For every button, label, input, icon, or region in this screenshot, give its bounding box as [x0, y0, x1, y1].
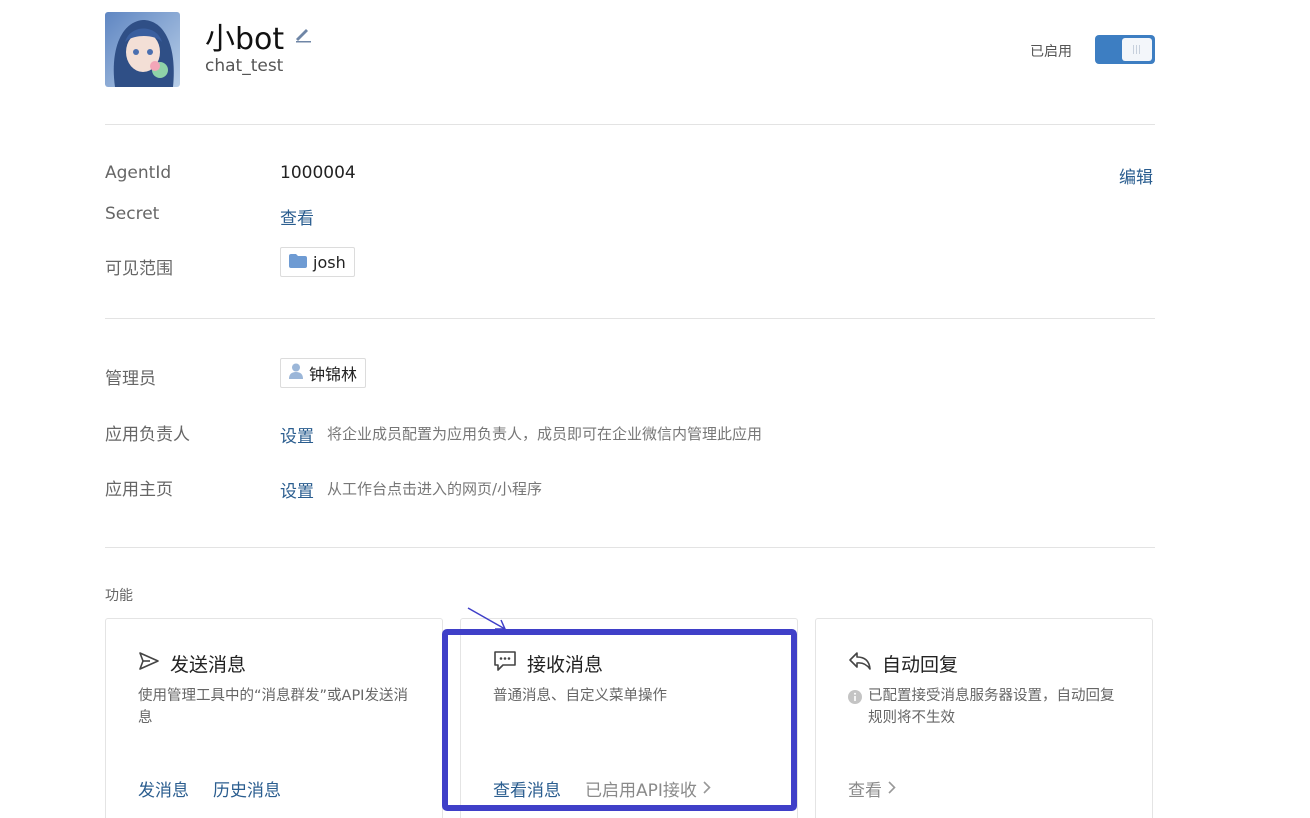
secret-label: Secret	[105, 204, 160, 224]
app-avatar[interactable]	[105, 12, 180, 87]
agentid-value: 1000004	[280, 163, 356, 183]
homepage-set-link[interactable]: 设置	[280, 477, 314, 502]
app-subtitle: chat_test	[205, 56, 284, 76]
owner-desc: 将企业成员配置为应用负责人，成员即可在企业微信内管理此应用	[327, 425, 763, 443]
toggle-knob	[1122, 38, 1152, 61]
annotation-highlight-box	[442, 629, 797, 811]
enable-toggle[interactable]	[1095, 35, 1155, 64]
autoreply-view-text: 查看	[848, 781, 882, 801]
autoreply-view-link[interactable]: 查看	[848, 776, 896, 801]
card-title: 自动回复	[848, 650, 958, 677]
card-title-text: 发送消息	[170, 654, 247, 676]
admin-label: 管理员	[105, 369, 156, 389]
info-icon	[848, 689, 862, 711]
owner-set-link[interactable]: 设置	[280, 422, 314, 447]
feature-card-send[interactable]: 发送消息 使用管理工具中的“消息群发”或API发送消息 发消息 历史消息	[105, 618, 443, 818]
card-title-text: 自动回复	[882, 654, 959, 676]
card-actions: 查看	[848, 776, 896, 801]
card-desc: 已配置接受消息服务器设置，自动回复规则将不生效	[848, 685, 1128, 729]
pencil-icon[interactable]	[293, 24, 313, 44]
chevron-right-icon	[888, 779, 896, 799]
send-icon	[138, 651, 160, 676]
owner-label: 应用负责人	[105, 425, 190, 445]
visible-scope-name: josh	[313, 252, 346, 272]
features-title: 功能	[105, 588, 133, 604]
feature-card-autoreply[interactable]: 自动回复 已配置接受消息服务器设置，自动回复规则将不生效 查看	[815, 618, 1153, 818]
edit-link[interactable]: 编辑	[1119, 163, 1153, 188]
card-title: 发送消息	[138, 650, 246, 677]
folder-icon	[289, 253, 307, 272]
status-label: 已启用	[1030, 44, 1072, 60]
homepage-desc: 从工作台点击进入的网页/小程序	[327, 480, 543, 498]
divider	[105, 124, 1155, 125]
divider	[105, 318, 1155, 319]
divider	[105, 547, 1155, 548]
visible-scope-tag[interactable]: josh	[280, 247, 355, 277]
reply-icon	[848, 651, 872, 676]
history-message-link[interactable]: 历史消息	[213, 776, 281, 801]
card-desc-text: 已配置接受消息服务器设置，自动回复规则将不生效	[868, 688, 1115, 726]
card-desc: 使用管理工具中的“消息群发”或API发送消息	[138, 688, 408, 726]
admin-name: 钟锦林	[309, 365, 358, 384]
homepage-label: 应用主页	[105, 480, 173, 500]
visible-scope-label: 可见范围	[105, 259, 173, 279]
user-icon	[289, 363, 303, 383]
app-name: 小bot	[205, 22, 285, 57]
agentid-label: AgentId	[105, 163, 172, 183]
card-actions: 发消息 历史消息	[138, 776, 281, 801]
send-message-link[interactable]: 发消息	[138, 776, 189, 801]
secret-view-link[interactable]: 查看	[280, 204, 314, 229]
admin-tag[interactable]: 钟锦林	[280, 358, 367, 388]
